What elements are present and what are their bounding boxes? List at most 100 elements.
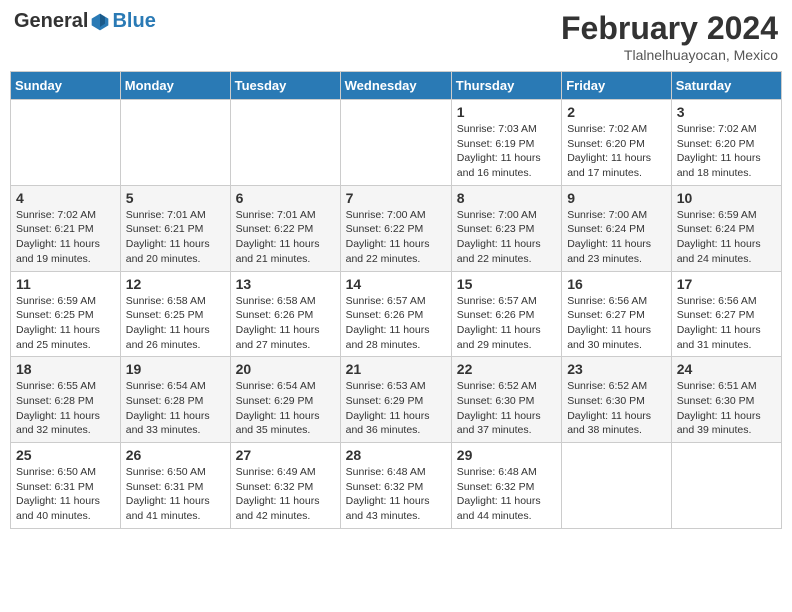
day-number: 19 bbox=[126, 361, 225, 377]
day-info: Sunrise: 7:02 AM Sunset: 6:21 PM Dayligh… bbox=[16, 208, 115, 267]
day-info: Sunrise: 7:00 AM Sunset: 6:23 PM Dayligh… bbox=[457, 208, 556, 267]
day-info: Sunrise: 7:02 AM Sunset: 6:20 PM Dayligh… bbox=[677, 122, 776, 181]
day-info: Sunrise: 6:59 AM Sunset: 6:25 PM Dayligh… bbox=[16, 294, 115, 353]
day-number: 7 bbox=[346, 190, 446, 206]
calendar-cell bbox=[230, 100, 340, 186]
day-number: 16 bbox=[567, 276, 666, 292]
day-info: Sunrise: 6:56 AM Sunset: 6:27 PM Dayligh… bbox=[567, 294, 666, 353]
day-info: Sunrise: 6:50 AM Sunset: 6:31 PM Dayligh… bbox=[16, 465, 115, 524]
day-info: Sunrise: 6:48 AM Sunset: 6:32 PM Dayligh… bbox=[457, 465, 556, 524]
weekday-header-friday: Friday bbox=[562, 72, 672, 100]
day-info: Sunrise: 7:02 AM Sunset: 6:20 PM Dayligh… bbox=[567, 122, 666, 181]
page-header: General Blue February 2024 Tlalnelhuayoc… bbox=[10, 10, 782, 63]
logo: General Blue bbox=[14, 10, 156, 33]
calendar-cell: 2 Sunrise: 7:02 AM Sunset: 6:20 PM Daylig… bbox=[562, 100, 672, 186]
day-number: 4 bbox=[16, 190, 115, 206]
logo-general: General bbox=[14, 10, 88, 33]
calendar-cell: 1 Sunrise: 7:03 AM Sunset: 6:19 PM Daylig… bbox=[451, 100, 561, 186]
day-number: 29 bbox=[457, 447, 556, 463]
logo-icon bbox=[90, 12, 110, 32]
day-number: 21 bbox=[346, 361, 446, 377]
calendar-cell: 14Sunrise: 6:57 AM Sunset: 6:26 PM Dayli… bbox=[340, 271, 451, 357]
weekday-header-tuesday: Tuesday bbox=[230, 72, 340, 100]
calendar-cell: 8 Sunrise: 7:00 AM Sunset: 6:23 PM Daylig… bbox=[451, 185, 561, 271]
weekday-header-saturday: Saturday bbox=[671, 72, 781, 100]
calendar-cell: 3Sunrise: 7:02 AM Sunset: 6:20 PM Daylig… bbox=[671, 100, 781, 186]
day-info: Sunrise: 6:53 AM Sunset: 6:29 PM Dayligh… bbox=[346, 379, 446, 438]
day-info: Sunrise: 7:01 AM Sunset: 6:22 PM Dayligh… bbox=[236, 208, 335, 267]
title-block: February 2024 Tlalnelhuayocan, Mexico bbox=[561, 10, 778, 63]
day-info: Sunrise: 6:48 AM Sunset: 6:32 PM Dayligh… bbox=[346, 465, 446, 524]
calendar-table: SundayMondayTuesdayWednesdayThursdayFrid… bbox=[10, 71, 782, 529]
calendar-cell: 25 Sunrise: 6:50 AM Sunset: 6:31 PM Dayli… bbox=[11, 443, 121, 529]
day-info: Sunrise: 7:00 AM Sunset: 6:22 PM Dayligh… bbox=[346, 208, 446, 267]
calendar-cell: 17Sunrise: 6:56 AM Sunset: 6:27 PM Dayli… bbox=[671, 271, 781, 357]
week-row-4: 18 Sunrise: 6:55 AM Sunset: 6:28 PM Dayli… bbox=[11, 357, 782, 443]
day-number: 10 bbox=[677, 190, 776, 206]
calendar-cell: 21 Sunrise: 6:53 AM Sunset: 6:29 PM Dayli… bbox=[340, 357, 451, 443]
calendar-cell: 26 Sunrise: 6:50 AM Sunset: 6:31 PM Dayli… bbox=[120, 443, 230, 529]
weekday-header-sunday: Sunday bbox=[11, 72, 121, 100]
day-number: 26 bbox=[126, 447, 225, 463]
weekday-header-thursday: Thursday bbox=[451, 72, 561, 100]
calendar-cell: 15 Sunrise: 6:57 AM Sunset: 6:26 PM Dayli… bbox=[451, 271, 561, 357]
calendar-cell: 6 Sunrise: 7:01 AM Sunset: 6:22 PM Daylig… bbox=[230, 185, 340, 271]
calendar-cell: 29 Sunrise: 6:48 AM Sunset: 6:32 PM Dayli… bbox=[451, 443, 561, 529]
calendar-cell: 12 Sunrise: 6:58 AM Sunset: 6:25 PM Dayli… bbox=[120, 271, 230, 357]
day-info: Sunrise: 6:54 AM Sunset: 6:28 PM Dayligh… bbox=[126, 379, 225, 438]
day-info: Sunrise: 6:55 AM Sunset: 6:28 PM Dayligh… bbox=[16, 379, 115, 438]
day-number: 28 bbox=[346, 447, 446, 463]
calendar-cell: 11 Sunrise: 6:59 AM Sunset: 6:25 PM Dayli… bbox=[11, 271, 121, 357]
day-info: Sunrise: 7:01 AM Sunset: 6:21 PM Dayligh… bbox=[126, 208, 225, 267]
calendar-cell: 10 Sunrise: 6:59 AM Sunset: 6:24 PM Dayli… bbox=[671, 185, 781, 271]
calendar-cell: 7 Sunrise: 7:00 AM Sunset: 6:22 PM Daylig… bbox=[340, 185, 451, 271]
day-number: 18 bbox=[16, 361, 115, 377]
week-row-1: 1 Sunrise: 7:03 AM Sunset: 6:19 PM Daylig… bbox=[11, 100, 782, 186]
day-info: Sunrise: 6:58 AM Sunset: 6:26 PM Dayligh… bbox=[236, 294, 335, 353]
day-number: 9 bbox=[567, 190, 666, 206]
day-info: Sunrise: 6:57 AM Sunset: 6:26 PM Dayligh… bbox=[457, 294, 556, 353]
day-number: 23 bbox=[567, 361, 666, 377]
day-number: 2 bbox=[567, 104, 666, 120]
calendar-cell: 18 Sunrise: 6:55 AM Sunset: 6:28 PM Dayli… bbox=[11, 357, 121, 443]
calendar-cell: 20 Sunrise: 6:54 AM Sunset: 6:29 PM Dayli… bbox=[230, 357, 340, 443]
week-row-5: 25 Sunrise: 6:50 AM Sunset: 6:31 PM Dayli… bbox=[11, 443, 782, 529]
day-number: 20 bbox=[236, 361, 335, 377]
day-number: 5 bbox=[126, 190, 225, 206]
calendar-cell bbox=[11, 100, 121, 186]
month-year: February 2024 bbox=[561, 10, 778, 47]
calendar-cell: 27 Sunrise: 6:49 AM Sunset: 6:32 PM Dayli… bbox=[230, 443, 340, 529]
day-number: 22 bbox=[457, 361, 556, 377]
day-number: 8 bbox=[457, 190, 556, 206]
calendar-cell: 9Sunrise: 7:00 AM Sunset: 6:24 PM Daylig… bbox=[562, 185, 672, 271]
day-info: Sunrise: 6:59 AM Sunset: 6:24 PM Dayligh… bbox=[677, 208, 776, 267]
calendar-cell: 22Sunrise: 6:52 AM Sunset: 6:30 PM Dayli… bbox=[451, 357, 561, 443]
day-number: 11 bbox=[16, 276, 115, 292]
day-number: 25 bbox=[16, 447, 115, 463]
weekday-header-row: SundayMondayTuesdayWednesdayThursdayFrid… bbox=[11, 72, 782, 100]
day-number: 15 bbox=[457, 276, 556, 292]
calendar-cell: 4 Sunrise: 7:02 AM Sunset: 6:21 PM Daylig… bbox=[11, 185, 121, 271]
day-info: Sunrise: 6:58 AM Sunset: 6:25 PM Dayligh… bbox=[126, 294, 225, 353]
calendar-cell: 28 Sunrise: 6:48 AM Sunset: 6:32 PM Dayli… bbox=[340, 443, 451, 529]
calendar-cell bbox=[562, 443, 672, 529]
calendar-cell: 13 Sunrise: 6:58 AM Sunset: 6:26 PM Dayli… bbox=[230, 271, 340, 357]
weekday-header-monday: Monday bbox=[120, 72, 230, 100]
day-number: 12 bbox=[126, 276, 225, 292]
calendar-cell: 16 Sunrise: 6:56 AM Sunset: 6:27 PM Dayli… bbox=[562, 271, 672, 357]
day-number: 24 bbox=[677, 361, 776, 377]
day-info: Sunrise: 6:57 AM Sunset: 6:26 PM Dayligh… bbox=[346, 294, 446, 353]
day-number: 13 bbox=[236, 276, 335, 292]
calendar-cell: 23Sunrise: 6:52 AM Sunset: 6:30 PM Dayli… bbox=[562, 357, 672, 443]
calendar-cell: 24Sunrise: 6:51 AM Sunset: 6:30 PM Dayli… bbox=[671, 357, 781, 443]
day-info: Sunrise: 6:54 AM Sunset: 6:29 PM Dayligh… bbox=[236, 379, 335, 438]
day-info: Sunrise: 7:03 AM Sunset: 6:19 PM Dayligh… bbox=[457, 122, 556, 181]
day-number: 6 bbox=[236, 190, 335, 206]
day-number: 27 bbox=[236, 447, 335, 463]
day-info: Sunrise: 6:50 AM Sunset: 6:31 PM Dayligh… bbox=[126, 465, 225, 524]
calendar-cell: 19 Sunrise: 6:54 AM Sunset: 6:28 PM Dayli… bbox=[120, 357, 230, 443]
calendar-cell bbox=[671, 443, 781, 529]
day-info: Sunrise: 6:49 AM Sunset: 6:32 PM Dayligh… bbox=[236, 465, 335, 524]
day-number: 1 bbox=[457, 104, 556, 120]
calendar-cell bbox=[120, 100, 230, 186]
